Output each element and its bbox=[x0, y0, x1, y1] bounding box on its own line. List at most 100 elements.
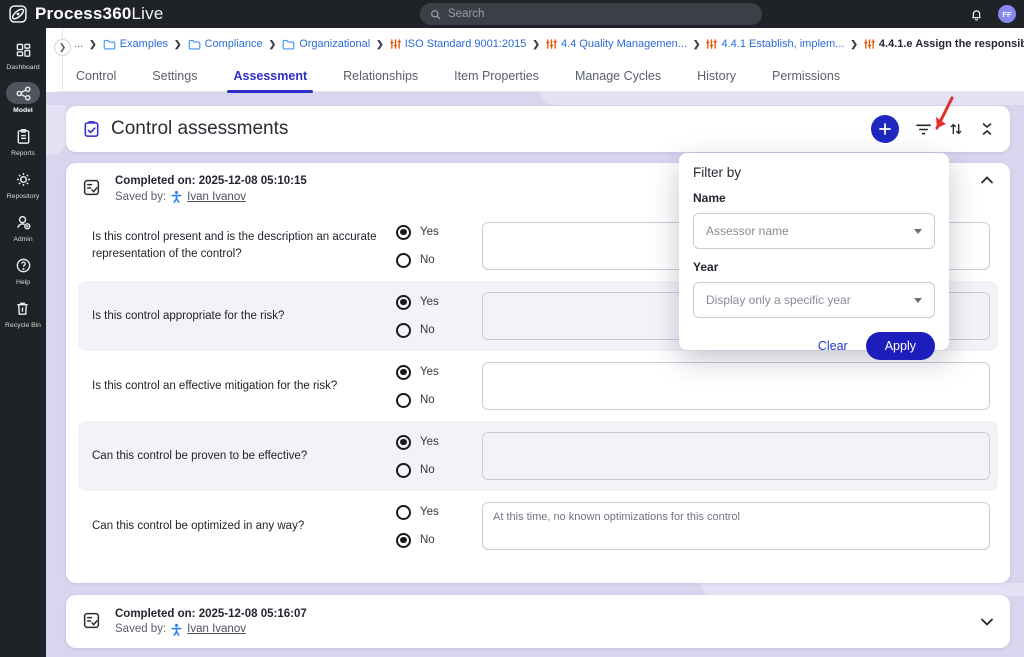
app-title: Process360Live bbox=[35, 4, 164, 24]
question-row: Is this control an effective mitigation … bbox=[78, 351, 998, 421]
sidebar-item-repository[interactable]: Repository bbox=[6, 168, 40, 200]
radio-yes[interactable]: Yes bbox=[396, 365, 474, 380]
filter-popup: Filter by Name Assessor name Year Displa… bbox=[679, 153, 949, 350]
model-icon bbox=[6, 82, 40, 104]
completed-on-text: Completed on: 2025-12-08 05:16:07 bbox=[115, 608, 307, 620]
name-filter-label: Name bbox=[693, 191, 935, 205]
answer-textarea[interactable] bbox=[482, 362, 990, 410]
radio-yes[interactable]: Yes bbox=[396, 225, 474, 240]
radio-yes[interactable]: Yes bbox=[396, 435, 474, 450]
tab-bar: Control Settings Assessment Relationship… bbox=[58, 60, 1024, 92]
app-window: Process360Live Search FF Dashboard Model… bbox=[0, 0, 1024, 657]
recycle-bin-icon bbox=[6, 297, 40, 319]
saved-by-row: Saved by: Ivan Ivanov bbox=[115, 190, 307, 203]
user-avatar[interactable]: FF bbox=[998, 5, 1016, 23]
sliders-icon bbox=[390, 38, 401, 50]
saved-by-user-link[interactable]: Ivan Ivanov bbox=[187, 623, 246, 635]
search-placeholder: Search bbox=[448, 8, 484, 20]
radio-group: Yes No bbox=[382, 505, 474, 548]
tab-settings[interactable]: Settings bbox=[134, 60, 215, 92]
breadcrumb-item-441-establish[interactable]: 4.4.1 Establish, implem... bbox=[706, 38, 844, 50]
left-sidebar: Dashboard Model Reports Repository Admin… bbox=[0, 28, 46, 657]
sidebar-item-reports[interactable]: Reports bbox=[6, 125, 40, 157]
assessment-card-2: Completed on: 2025-12-08 05:16:07 Saved … bbox=[66, 595, 1010, 648]
breadcrumb: ... ❯ Examples ❯ Compliance ❯ Organizati… bbox=[74, 28, 1018, 60]
question-row: Can this control be optimized in any way… bbox=[78, 491, 998, 561]
dashboard-icon bbox=[6, 39, 40, 61]
question-text: Can this control be proven to be effecti… bbox=[82, 448, 382, 465]
notifications-bell-icon[interactable] bbox=[969, 7, 984, 22]
radio-yes[interactable]: Yes bbox=[396, 505, 474, 520]
breadcrumb-item-examples[interactable]: Examples bbox=[103, 38, 168, 50]
year-filter-label: Year bbox=[693, 260, 935, 274]
add-assessment-button[interactable] bbox=[871, 115, 899, 143]
radio-no[interactable]: No bbox=[396, 393, 474, 408]
breadcrumb-item-iso-standard[interactable]: ISO Standard 9001:2015 bbox=[390, 38, 527, 50]
filter-popup-title: Filter by bbox=[693, 165, 935, 180]
answer-textarea[interactable]: At this time, no known optimizations for… bbox=[482, 502, 990, 550]
breadcrumb-item-current: 4.4.1.e Assign the responsibilities and … bbox=[864, 38, 1024, 50]
tab-permissions[interactable]: Permissions bbox=[754, 60, 858, 92]
radio-group: Yes No bbox=[382, 225, 474, 268]
sidebar-item-help[interactable]: Help bbox=[6, 254, 40, 286]
help-icon bbox=[6, 254, 40, 276]
collapse-card-chevron-up[interactable] bbox=[980, 175, 994, 185]
expand-panel-button[interactable]: ❯ bbox=[54, 39, 71, 56]
page-chrome: ❯ ... ❯ Examples ❯ Compliance ❯ Organiza… bbox=[46, 28, 1024, 92]
tab-history[interactable]: History bbox=[679, 60, 754, 92]
search-input[interactable]: Search bbox=[420, 3, 762, 25]
assessor-name-select[interactable]: Assessor name bbox=[693, 213, 935, 249]
saved-by-user-link[interactable]: Ivan Ivanov bbox=[187, 191, 246, 203]
tab-relationships[interactable]: Relationships bbox=[325, 60, 436, 92]
sidebar-item-dashboard[interactable]: Dashboard bbox=[6, 39, 40, 71]
assessment-entry-icon bbox=[82, 178, 101, 202]
sliders-icon bbox=[706, 38, 717, 50]
folder-icon bbox=[103, 39, 116, 50]
folder-icon bbox=[188, 39, 201, 50]
question-row: Can this control be proven to be effecti… bbox=[78, 421, 998, 491]
page-title: Control assessments bbox=[111, 118, 288, 140]
person-icon bbox=[170, 623, 183, 636]
expand-card-chevron-down[interactable] bbox=[980, 617, 994, 627]
answer-textarea[interactable] bbox=[482, 432, 990, 480]
collapse-all-button[interactable] bbox=[980, 121, 994, 137]
year-select[interactable]: Display only a specific year bbox=[693, 282, 935, 318]
radio-yes[interactable]: Yes bbox=[396, 295, 474, 310]
tab-item-properties[interactable]: Item Properties bbox=[436, 60, 557, 92]
sidebar-item-admin[interactable]: Admin bbox=[6, 211, 40, 243]
tab-assessment[interactable]: Assessment bbox=[215, 60, 325, 92]
clear-filter-button[interactable]: Clear bbox=[818, 339, 848, 353]
breadcrumb-item-44-quality[interactable]: 4.4 Quality Managemen... bbox=[546, 38, 687, 50]
question-text: Is this control an effective mitigation … bbox=[82, 378, 382, 395]
tab-control[interactable]: Control bbox=[58, 60, 134, 92]
top-bar: Process360Live Search FF bbox=[0, 0, 1024, 28]
chevron-down-icon bbox=[914, 298, 922, 303]
breadcrumb-item-compliance[interactable]: Compliance bbox=[188, 38, 263, 50]
reports-icon bbox=[6, 125, 40, 147]
app-logo[interactable]: Process360Live bbox=[8, 4, 164, 24]
sliders-icon bbox=[546, 38, 557, 50]
question-text: Is this control appropriate for the risk… bbox=[82, 308, 382, 325]
sidebar-item-recycle-bin[interactable]: Recycle Bin bbox=[5, 297, 41, 329]
tab-manage-cycles[interactable]: Manage Cycles bbox=[557, 60, 679, 92]
admin-icon bbox=[6, 211, 40, 233]
radio-group: Yes No bbox=[382, 365, 474, 408]
sidebar-item-model[interactable]: Model bbox=[6, 82, 40, 114]
radio-no[interactable]: No bbox=[396, 463, 474, 478]
apply-filter-button[interactable]: Apply bbox=[866, 332, 935, 360]
radio-group: Yes No bbox=[382, 435, 474, 478]
assessments-clipboard-icon bbox=[82, 120, 101, 139]
breadcrumb-ellipsis[interactable]: ... bbox=[74, 38, 83, 50]
radio-no[interactable]: No bbox=[396, 253, 474, 268]
breadcrumb-item-organizational[interactable]: Organizational bbox=[282, 38, 370, 50]
completed-on-text: Completed on: 2025-12-08 05:10:15 bbox=[115, 175, 307, 187]
decorative-swoosh bbox=[46, 105, 66, 155]
radio-no[interactable]: No bbox=[396, 533, 474, 548]
question-text: Is this control present and is the descr… bbox=[82, 229, 382, 262]
person-icon bbox=[170, 190, 183, 203]
logo-atom-icon bbox=[8, 4, 28, 24]
chevron-down-icon bbox=[914, 229, 922, 234]
radio-no[interactable]: No bbox=[396, 323, 474, 338]
sliders-icon bbox=[864, 38, 875, 50]
search-icon bbox=[430, 9, 441, 20]
